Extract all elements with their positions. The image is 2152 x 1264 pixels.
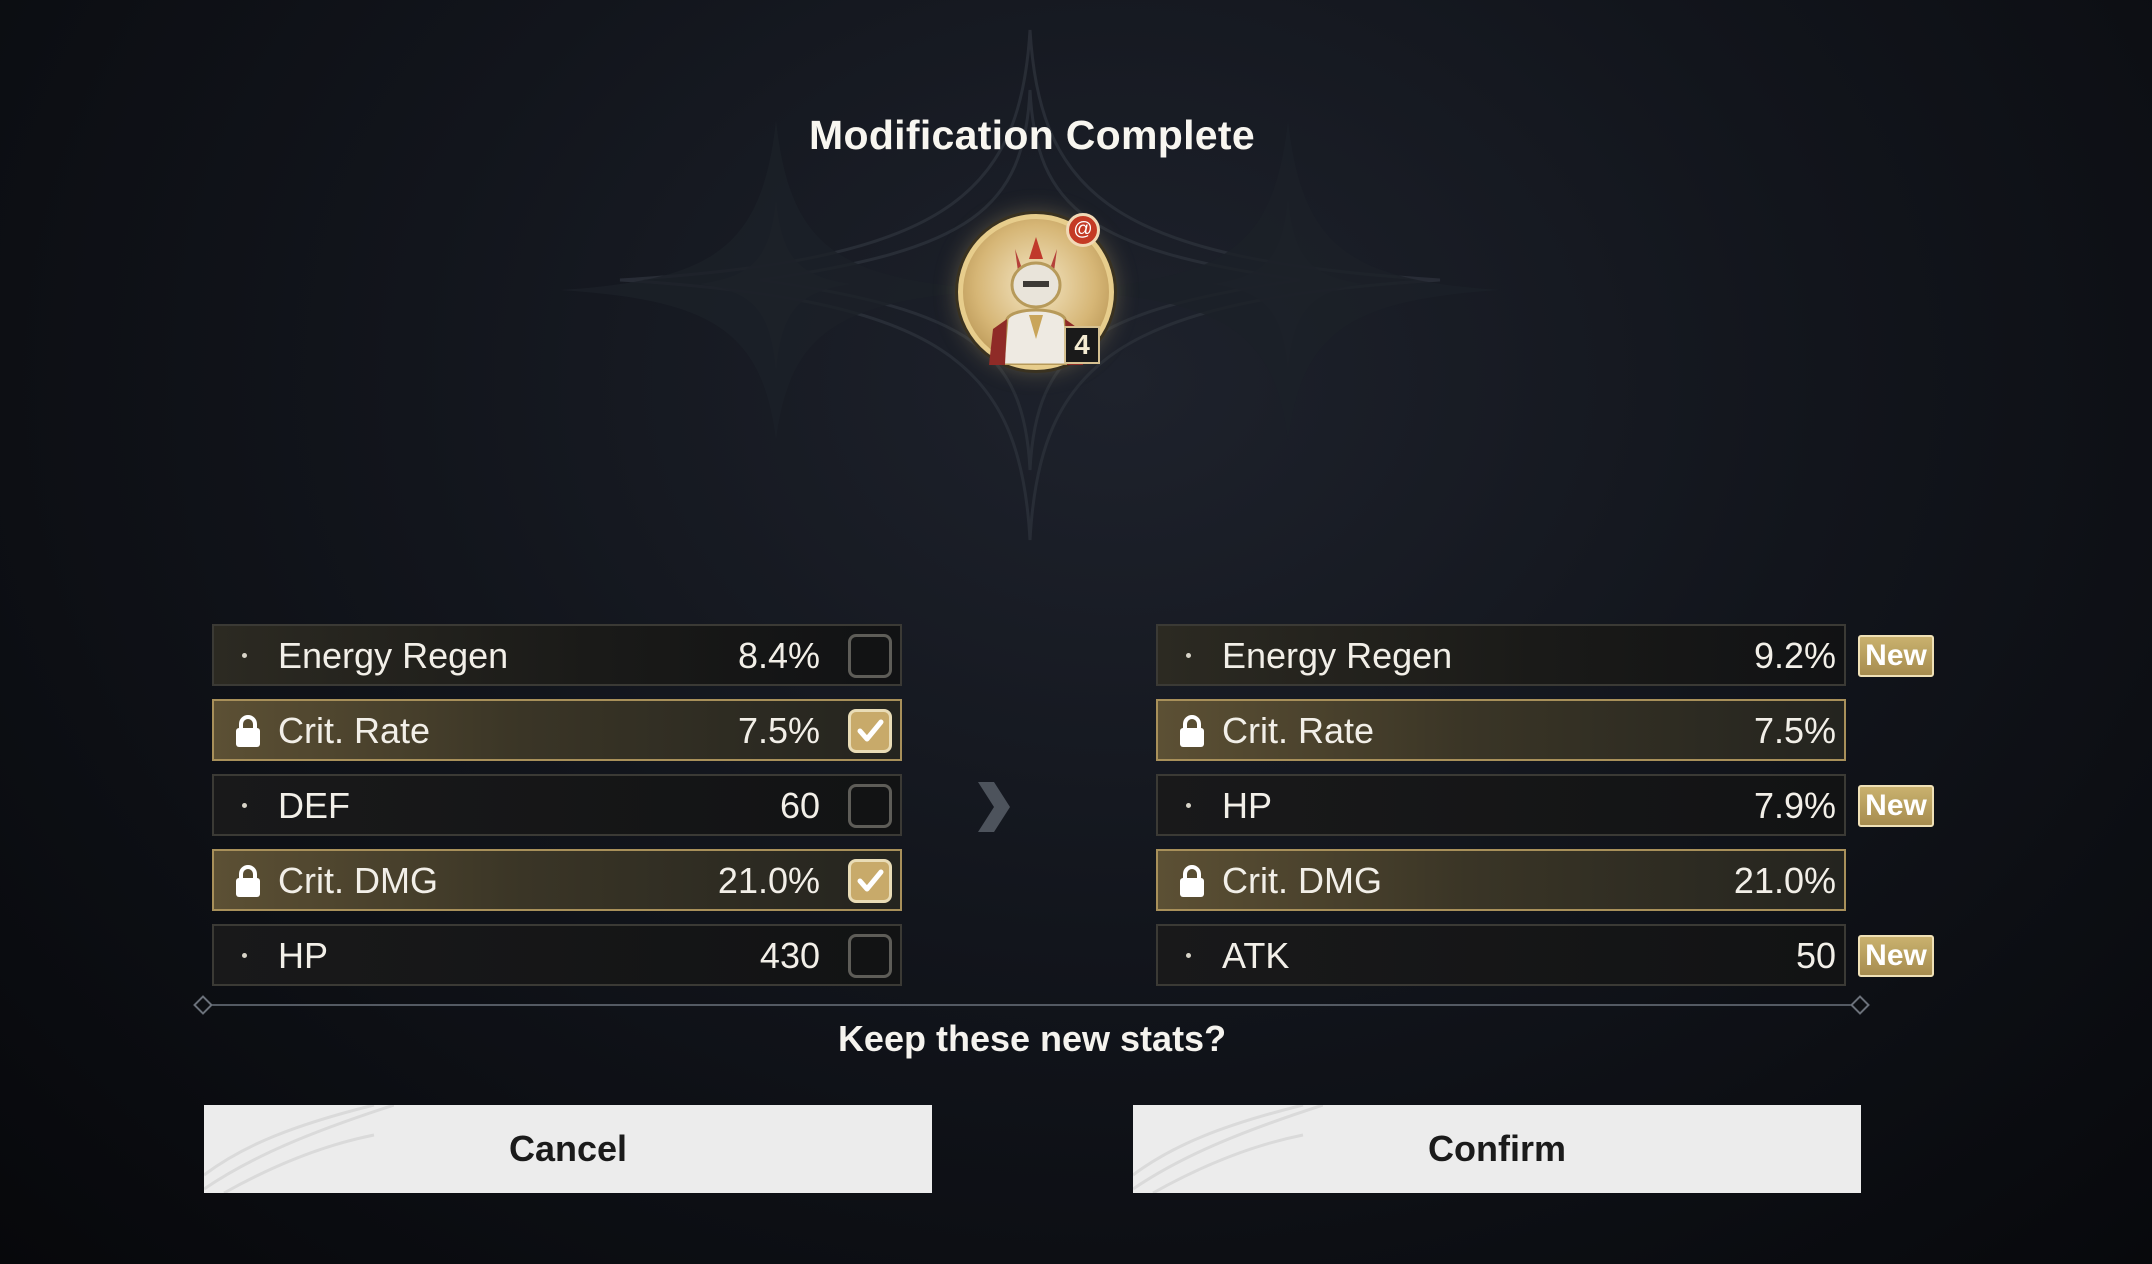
bullet-dot-icon [242, 653, 247, 658]
current-stat-row: HP 430 [212, 924, 902, 986]
bullet-dot-icon [1186, 953, 1191, 958]
stat-value: 7.9% [1753, 785, 1836, 826]
divider-line [202, 1004, 1860, 1006]
keep-stat-checkbox[interactable] [848, 934, 892, 978]
stat-name: DEF [278, 785, 350, 826]
new-badge: New [1858, 785, 1934, 827]
checkmark-icon [857, 719, 884, 742]
current-stat-row: DEF 60 [212, 774, 902, 836]
stat-name: Energy Regen [278, 635, 509, 676]
dialog-title: Modification Complete [809, 112, 1255, 158]
keep-stat-checkbox-checked[interactable] [848, 709, 892, 753]
checkmark-icon [857, 869, 884, 892]
stat-name: Energy Regen [1222, 635, 1453, 676]
stat-value: 60 [779, 785, 820, 826]
swirl-pattern-icon [204, 1105, 394, 1193]
stat-name: HP [1222, 785, 1273, 826]
echo-cost-badge: 4 [1064, 326, 1100, 364]
new-badge: New [1858, 935, 1934, 977]
stat-value: 7.5% [1753, 710, 1836, 751]
lock-icon [1180, 715, 1204, 747]
cancel-button[interactable]: Cancel [204, 1105, 932, 1193]
new-stats-list: Energy Regen 9.2% New Crit. Rate 7.5% HP… [1156, 624, 1934, 999]
new-stat-row: ATK 50 New [1156, 924, 1934, 986]
swirl-pattern-icon [1133, 1105, 1323, 1193]
new-stat-row-locked: Crit. DMG 21.0% [1156, 849, 1846, 911]
chevron-right-icon [978, 782, 1010, 832]
bullet-dot-icon [1186, 803, 1191, 808]
confirm-prompt: Keep these new stats? [837, 1018, 1227, 1059]
stat-value: 21.0% [717, 860, 820, 901]
confirm-button[interactable]: Confirm [1133, 1105, 1861, 1193]
current-stat-row-locked: Crit. DMG 21.0% [212, 849, 902, 911]
lock-icon [236, 715, 260, 747]
keep-stat-checkbox[interactable] [848, 784, 892, 828]
new-badge: New [1858, 635, 1934, 677]
keep-stat-checkbox-checked[interactable] [848, 859, 892, 903]
current-stats-list: Energy Regen 8.4% Crit. Rate 7.5% DEF 60… [212, 624, 902, 999]
current-stat-row-locked: Crit. Rate 7.5% [212, 699, 902, 761]
stat-name: Crit. DMG [278, 860, 438, 901]
stat-value: 430 [759, 935, 820, 976]
divider-end-diamond-icon [1850, 995, 1870, 1015]
stat-name: Crit. DMG [1222, 860, 1382, 901]
stat-name: Crit. Rate [278, 710, 431, 751]
bullet-dot-icon [242, 953, 247, 958]
lock-icon [1180, 865, 1204, 897]
new-stat-row-locked: Crit. Rate 7.5% [1156, 699, 1846, 761]
stat-name: ATK [1222, 935, 1290, 976]
stat-value: 7.5% [737, 710, 820, 751]
bullet-dot-icon [242, 803, 247, 808]
stat-value: 9.2% [1753, 635, 1836, 676]
keep-stat-checkbox[interactable] [848, 634, 892, 678]
stat-name: HP [278, 935, 329, 976]
new-stat-row: HP 7.9% New [1156, 774, 1934, 836]
stat-value: 8.4% [737, 635, 820, 676]
lock-icon [236, 865, 260, 897]
confirm-button-label: Confirm [1428, 1128, 1566, 1169]
divider-end-diamond-icon [193, 995, 213, 1015]
spiral-sonata-icon: @ [1066, 213, 1100, 247]
current-stat-row: Energy Regen 8.4% [212, 624, 902, 686]
stat-value: 21.0% [1733, 860, 1836, 901]
stat-value: 50 [1795, 935, 1836, 976]
cancel-button-label: Cancel [508, 1128, 628, 1169]
stat-name: Crit. Rate [1222, 710, 1375, 751]
new-stat-row: Energy Regen 9.2% New [1156, 624, 1934, 686]
bullet-dot-icon [1186, 653, 1191, 658]
